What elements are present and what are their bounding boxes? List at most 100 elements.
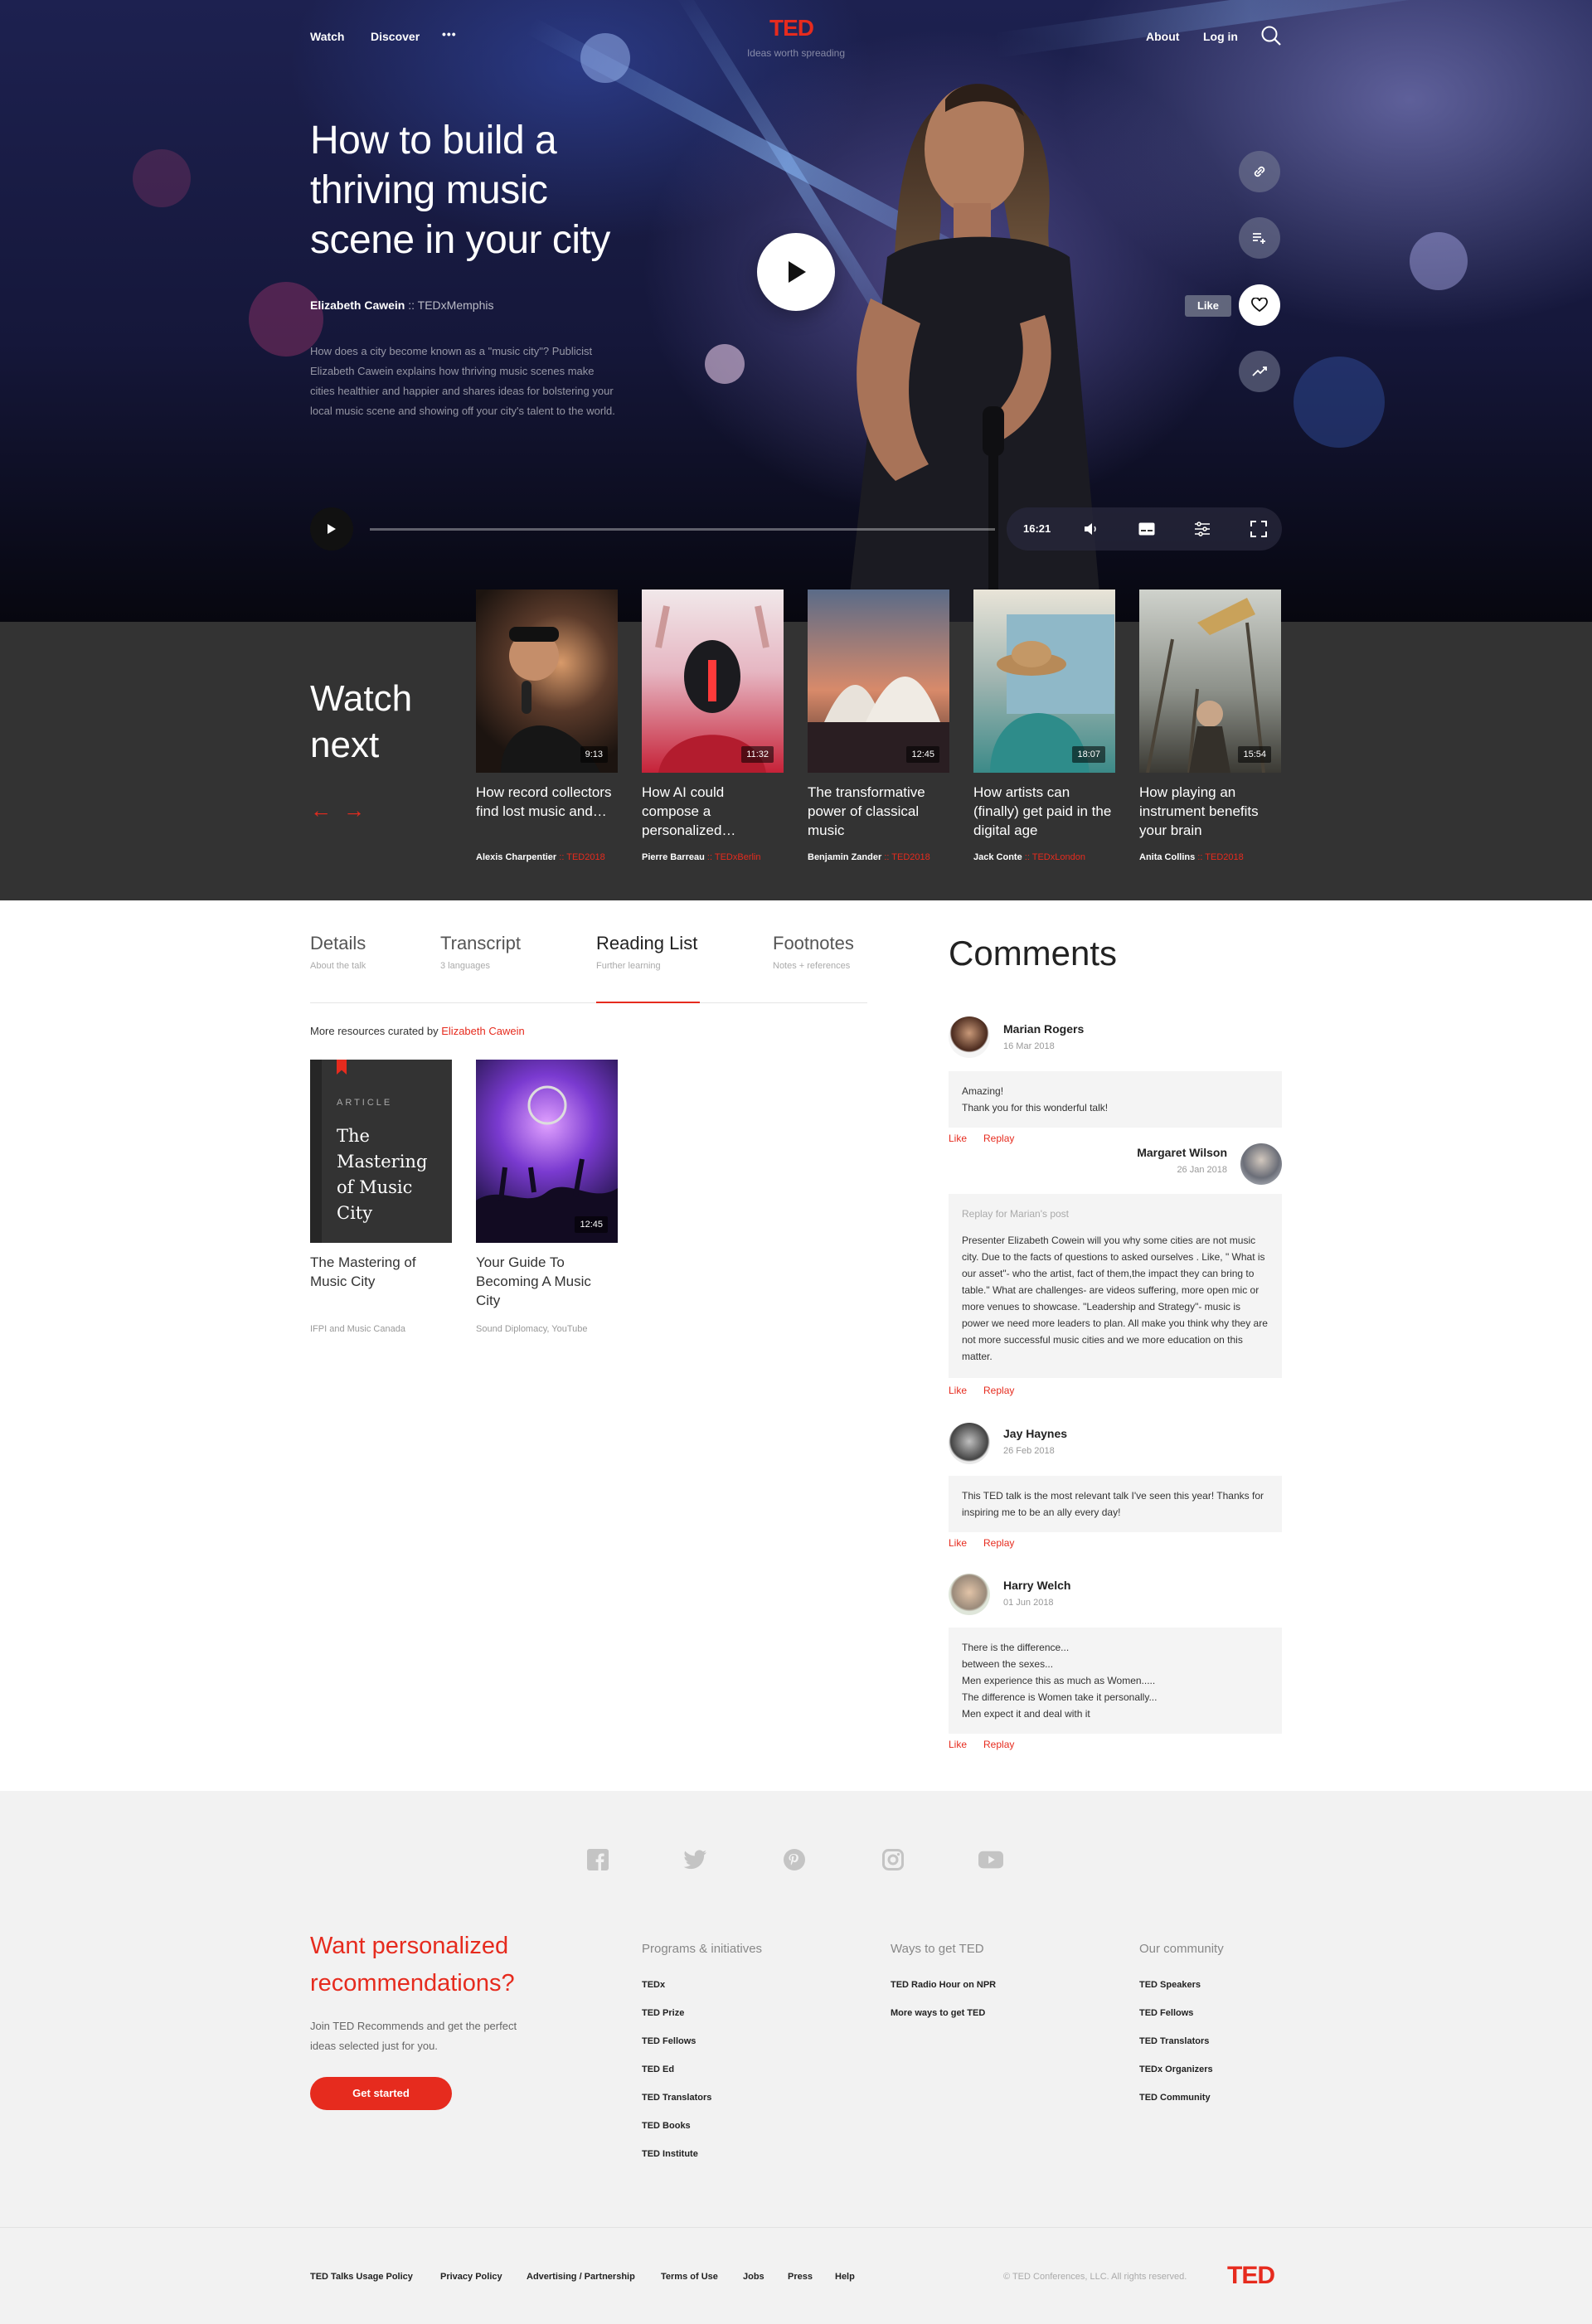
- like-button[interactable]: [1239, 284, 1280, 326]
- comment-date: 16 Mar 2018: [1003, 1041, 1055, 1051]
- nav-about[interactable]: About: [1146, 30, 1179, 43]
- footer-link[interactable]: TED Community: [1139, 2093, 1211, 2103]
- footer-link[interactable]: TED Prize: [642, 2008, 684, 2018]
- comment-like-button[interactable]: Like: [949, 1133, 967, 1144]
- tab-reading-list[interactable]: Reading List Further learning: [596, 933, 697, 971]
- ted-logo[interactable]: TED: [769, 15, 814, 41]
- comment-like-button[interactable]: Like: [949, 1739, 967, 1750]
- legal-link[interactable]: Advertising / Partnership: [527, 2272, 635, 2282]
- search-icon[interactable]: [1260, 25, 1282, 46]
- bokeh-light: [705, 344, 745, 384]
- footer-link[interactable]: TED Radio Hour on NPR: [891, 1980, 996, 1990]
- legal-link[interactable]: TED Talks Usage Policy: [310, 2272, 413, 2282]
- footer-link[interactable]: TED Fellows: [1139, 2008, 1193, 2018]
- watch-next-card[interactable]: 11:32 How AI could compose a personalize…: [642, 589, 784, 862]
- reading-item[interactable]: 12:45 Your Guide To Becoming A Music Cit…: [476, 1060, 618, 1310]
- tab-label: Transcript: [440, 933, 521, 953]
- tab-label: Details: [310, 933, 366, 953]
- reading-source: IFPI and Music Canada: [310, 1324, 405, 1334]
- legal-link[interactable]: Press: [788, 2272, 813, 2282]
- comment-text: Amazing! Thank you for this wonderful ta…: [949, 1071, 1282, 1128]
- legal-link[interactable]: Jobs: [743, 2272, 764, 2282]
- reading-title: Your Guide To Becoming A Music City: [476, 1254, 591, 1308]
- tab-transcript[interactable]: Transcript 3 languages: [440, 933, 521, 971]
- avatar[interactable]: [1240, 1143, 1282, 1185]
- stats-button[interactable]: [1239, 351, 1280, 392]
- promo-text: Join TED Recommends and get the perfect …: [310, 2020, 517, 2052]
- play-button[interactable]: [757, 233, 835, 311]
- comment-reply-button[interactable]: Replay: [983, 1385, 1014, 1396]
- comment-text-box: Replay for Marian's post Presenter Eliza…: [949, 1194, 1282, 1378]
- tab-details[interactable]: Details About the talk: [310, 933, 366, 971]
- comment-actions: Like Replay: [949, 1133, 1031, 1144]
- tab-divider: [310, 1002, 867, 1003]
- nav-more-icon[interactable]: •••: [442, 27, 457, 41]
- trending-icon: [1252, 366, 1267, 376]
- instagram-icon[interactable]: [881, 1847, 905, 1872]
- footer-link[interactable]: TEDx Organizers: [1139, 2064, 1213, 2074]
- watch-next-card[interactable]: 15:54 How playing an instrument benefits…: [1139, 589, 1281, 862]
- fullscreen-icon[interactable]: [1249, 519, 1269, 539]
- volume-icon[interactable]: [1081, 519, 1101, 539]
- legal-link[interactable]: Terms of Use: [661, 2272, 718, 2282]
- comment-like-button[interactable]: Like: [949, 1385, 967, 1396]
- twitter-icon[interactable]: [682, 1847, 707, 1872]
- progress-track[interactable]: [370, 528, 995, 531]
- footer-link[interactable]: TED Translators: [1139, 2036, 1209, 2046]
- subtitles-icon[interactable]: [1137, 519, 1157, 539]
- nav-watch[interactable]: Watch: [310, 30, 344, 43]
- footer-link[interactable]: TEDx: [642, 1980, 665, 1990]
- footer-link[interactable]: More ways to get TED: [891, 2008, 985, 2018]
- avatar[interactable]: [949, 1574, 990, 1615]
- pinterest-icon[interactable]: [782, 1847, 807, 1872]
- commenter-name[interactable]: Jay Haynes: [1003, 1427, 1067, 1440]
- youtube-icon[interactable]: [978, 1847, 1003, 1872]
- cover-title: The Mastering of Music City: [337, 1126, 428, 1223]
- tab-footnotes[interactable]: Footnotes Notes + references: [773, 933, 854, 971]
- card-meta: Alexis Charpentier :: TED2018: [476, 852, 605, 862]
- footer-link[interactable]: TED Speakers: [1139, 1980, 1201, 1990]
- speaker-name[interactable]: Elizabeth Cawein: [310, 298, 405, 312]
- footer-link[interactable]: TED Ed: [642, 2064, 674, 2074]
- footer-link[interactable]: TED Books: [642, 2121, 691, 2131]
- legal-link[interactable]: Help: [835, 2272, 855, 2282]
- add-to-list-button[interactable]: [1239, 217, 1280, 259]
- thumbnail: 12:45: [808, 589, 949, 773]
- comment-like-button[interactable]: Like: [949, 1537, 967, 1549]
- watch-next-card[interactable]: 12:45 The transformative power of classi…: [808, 589, 949, 862]
- reading-item[interactable]: ARTICLE The Mastering of Music City The …: [310, 1060, 452, 1291]
- footer-link[interactable]: TED Fellows: [642, 2036, 696, 2046]
- footer-ted-logo[interactable]: TED: [1227, 2262, 1275, 2290]
- avatar[interactable]: [949, 1423, 990, 1464]
- thumbnail: 9:13: [476, 589, 618, 773]
- curator-link[interactable]: Elizabeth Cawein: [441, 1025, 524, 1037]
- share-link-button[interactable]: [1239, 151, 1280, 192]
- legal-link[interactable]: Privacy Policy: [440, 2272, 502, 2282]
- watch-next-card[interactable]: 18:07 How artists can (finally) get paid…: [973, 589, 1115, 862]
- commenter-name[interactable]: Margaret Wilson: [1136, 1146, 1227, 1159]
- get-started-button[interactable]: Get started: [310, 2077, 452, 2110]
- curated-prefix: More resources curated by: [310, 1025, 439, 1037]
- bokeh-light: [1294, 357, 1385, 448]
- avatar[interactable]: [949, 1016, 990, 1058]
- comment-reply-button[interactable]: Replay: [983, 1537, 1014, 1549]
- commenter-name[interactable]: Marian Rogers: [1003, 1022, 1084, 1036]
- comment-reply-button[interactable]: Replay: [983, 1133, 1014, 1144]
- card-meta: Jack Conte :: TEDxLondon: [973, 852, 1085, 862]
- nav-discover[interactable]: Discover: [371, 30, 420, 43]
- settings-icon[interactable]: [1192, 519, 1212, 539]
- event-name[interactable]: TEDxMemphis: [418, 298, 494, 312]
- watch-next-card[interactable]: 9:13 How record collectors find lost mus…: [476, 589, 618, 862]
- nav-login[interactable]: Log in: [1203, 30, 1238, 43]
- commenter-name[interactable]: Harry Welch: [1003, 1579, 1070, 1592]
- facebook-icon[interactable]: [585, 1847, 610, 1872]
- talk-speaker-line: Elizabeth Cawein :: TEDxMemphis: [310, 298, 493, 312]
- card-speaker: Jack Conte: [973, 852, 1022, 862]
- footer-link[interactable]: TED Institute: [642, 2149, 698, 2159]
- arrow-right-icon[interactable]: →: [343, 798, 365, 822]
- arrow-left-icon[interactable]: ←: [310, 798, 332, 822]
- article-type: ARTICLE: [337, 1098, 393, 1108]
- small-play-button[interactable]: [310, 507, 353, 551]
- comment-reply-button[interactable]: Replay: [983, 1739, 1014, 1750]
- footer-link[interactable]: TED Translators: [642, 2093, 711, 2103]
